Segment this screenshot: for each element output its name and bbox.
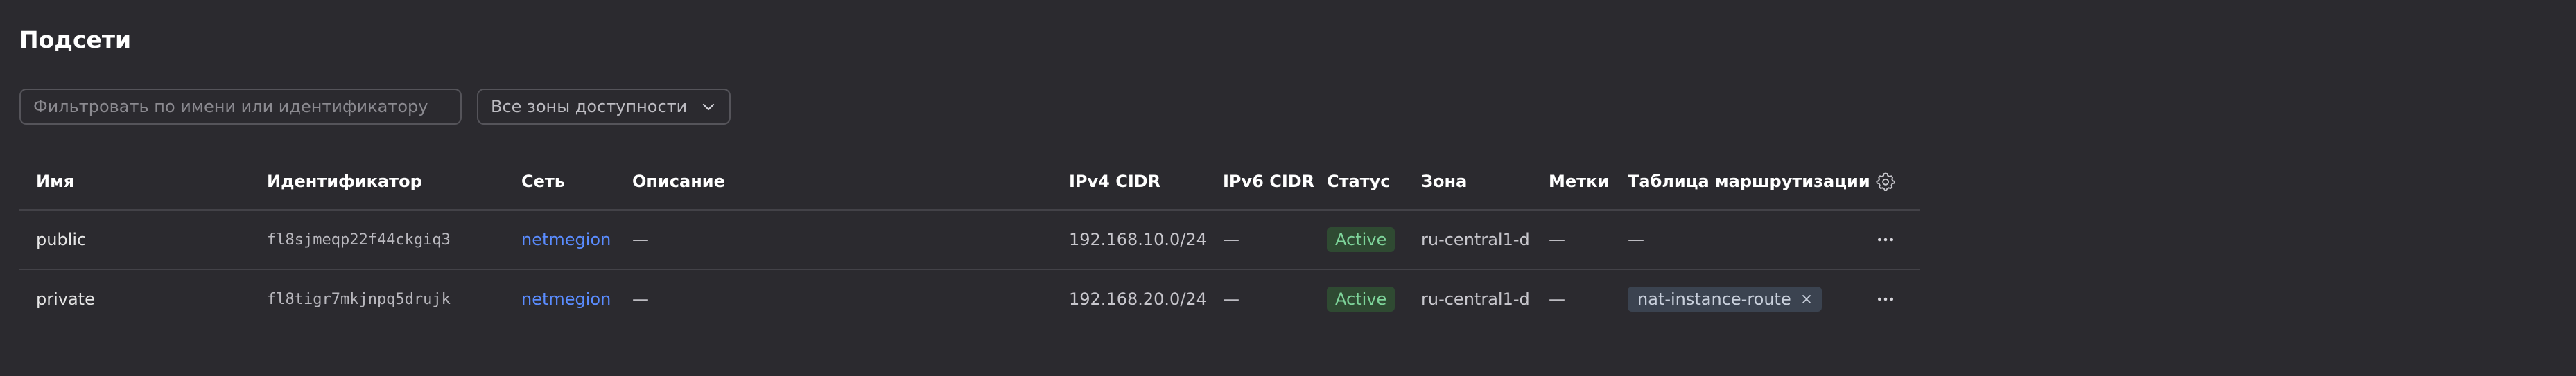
column-header-labels[interactable]: Метки — [1549, 154, 1609, 209]
zone-select[interactable]: Все зоны доступности — [477, 89, 731, 125]
column-header-route-table[interactable]: Таблица маршрутизации — [1628, 154, 1870, 209]
subnet-ipv6: — — [1223, 230, 1239, 249]
table-row[interactable]: public fl8sjmeqp22f44ckgiq3 netmegion — … — [19, 211, 1920, 270]
page-title: Подсети — [19, 26, 132, 53]
subnet-description: — — [632, 230, 649, 249]
subnet-id: fl8sjmeqp22f44ckgiq3 — [267, 231, 451, 249]
column-settings-cell — [1872, 154, 1899, 209]
subnet-status-cell: Active — [1327, 270, 1395, 328]
search-input[interactable] — [19, 89, 462, 125]
table-row[interactable]: private fl8tigr7mkjnpq5drujk netmegion —… — [19, 270, 1920, 328]
column-header-id[interactable]: Идентификатор — [267, 154, 422, 209]
subnet-labels: — — [1549, 289, 1565, 309]
subnet-status-cell: Active — [1327, 211, 1395, 269]
column-header-network[interactable]: Сеть — [521, 154, 565, 209]
subnet-name[interactable]: public — [36, 211, 86, 269]
row-actions-cell — [1872, 211, 1899, 269]
route-table-chip[interactable]: nat-instance-route — [1628, 287, 1822, 312]
column-header-ipv4[interactable]: IPv4 CIDR — [1069, 154, 1160, 209]
chevron-down-icon — [700, 98, 717, 115]
subnet-route-table: — — [1628, 230, 1644, 249]
column-header-ipv6[interactable]: IPv6 CIDR — [1223, 154, 1314, 209]
more-horizontal-icon[interactable] — [1872, 285, 1899, 313]
table-header-row: Имя Идентификатор Сеть Описание IPv4 CID… — [19, 154, 1920, 211]
subnet-network-link[interactable]: netmegion — [521, 211, 611, 269]
subnet-route-table-cell: nat-instance-route — [1628, 270, 1822, 328]
subnet-labels: — — [1549, 230, 1565, 249]
subnet-network-link[interactable]: netmegion — [521, 270, 611, 328]
subnet-zone: ru-central1-d — [1421, 230, 1530, 249]
status-badge: Active — [1327, 227, 1395, 252]
gear-icon[interactable] — [1872, 168, 1899, 195]
column-header-zone[interactable]: Зона — [1421, 154, 1467, 209]
status-badge: Active — [1327, 287, 1395, 312]
subnet-ipv4: 192.168.10.0/24 — [1069, 230, 1207, 249]
subnet-ipv4: 192.168.20.0/24 — [1069, 289, 1207, 309]
subnets-table: Имя Идентификатор Сеть Описание IPv4 CID… — [19, 154, 1920, 328]
column-header-description[interactable]: Описание — [632, 154, 725, 209]
subnet-id: fl8tigr7mkjnpq5drujk — [267, 290, 451, 308]
subnet-description: — — [632, 289, 649, 309]
more-horizontal-icon[interactable] — [1872, 226, 1899, 253]
close-icon[interactable] — [1801, 294, 1812, 305]
zone-select-value: Все зоны доступности — [491, 97, 688, 116]
subnet-name[interactable]: private — [36, 270, 95, 328]
route-table-chip-label: nat-instance-route — [1637, 289, 1791, 309]
column-header-name[interactable]: Имя — [36, 154, 74, 209]
subnet-ipv6: — — [1223, 289, 1239, 309]
row-actions-cell — [1872, 270, 1899, 328]
subnet-zone: ru-central1-d — [1421, 289, 1530, 309]
column-header-status[interactable]: Статус — [1327, 154, 1391, 209]
